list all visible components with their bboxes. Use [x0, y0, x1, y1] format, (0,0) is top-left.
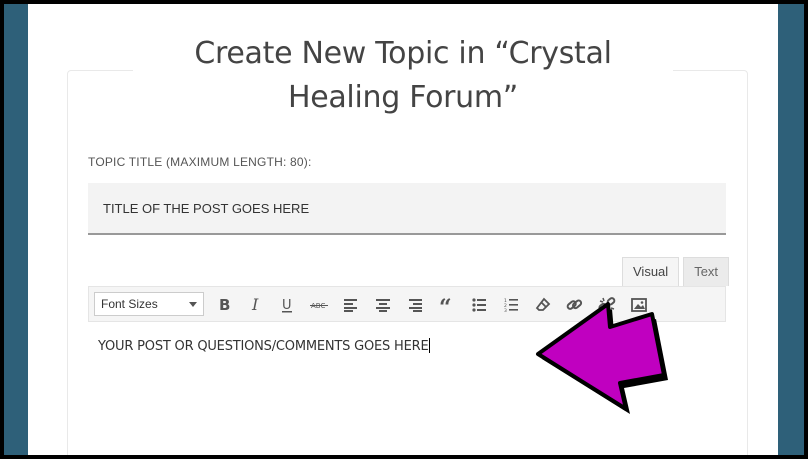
- numbered-list-icon: 123: [504, 298, 518, 312]
- align-left-button[interactable]: [339, 293, 363, 317]
- topic-title-label: TOPIC TITLE (MAXIMUM LENGTH: 80):: [88, 155, 312, 169]
- underline-icon: U: [282, 298, 292, 313]
- font-sizes-label: Font Sizes: [101, 297, 158, 311]
- align-right-icon: [409, 299, 422, 312]
- blockquote-icon: “: [439, 298, 452, 312]
- svg-text:I: I: [251, 297, 259, 313]
- topic-title-input[interactable]: [88, 183, 726, 235]
- strikethrough-icon: ABC: [310, 302, 328, 310]
- strikethrough-button[interactable]: ABC: [307, 293, 331, 317]
- page-title: Create New Topic in “Crystal Healing For…: [28, 32, 778, 120]
- svg-text:“: “: [439, 298, 452, 312]
- editor-content-text: YOUR POST OR QUESTIONS/COMMENTS GOES HER…: [98, 339, 429, 354]
- page-title-text: Create New Topic in “Crystal Healing For…: [133, 32, 673, 120]
- bullet-list-button[interactable]: [467, 293, 491, 317]
- editor-tabs: Visual Text: [622, 257, 730, 286]
- align-left-icon: [344, 299, 357, 312]
- align-center-button[interactable]: [371, 293, 395, 317]
- annotation-arrow-icon: [536, 302, 668, 414]
- bold-icon: B: [219, 297, 230, 313]
- tab-visual[interactable]: Visual: [622, 257, 680, 286]
- tab-text[interactable]: Text: [683, 257, 730, 286]
- font-sizes-select[interactable]: Font Sizes: [94, 292, 204, 316]
- svg-text:U: U: [282, 298, 292, 313]
- underline-button[interactable]: U: [275, 293, 299, 317]
- chevron-down-icon: [189, 302, 197, 307]
- editor-content: YOUR POST OR QUESTIONS/COMMENTS GOES HER…: [98, 338, 431, 354]
- text-cursor: [429, 338, 431, 353]
- numbered-list-button[interactable]: 123: [499, 293, 523, 317]
- italic-button[interactable]: I: [244, 293, 268, 317]
- svg-text:B: B: [219, 297, 230, 313]
- bold-button[interactable]: B: [212, 293, 236, 317]
- align-right-button[interactable]: [403, 293, 427, 317]
- align-center-icon: [376, 299, 390, 312]
- blockquote-button[interactable]: “: [435, 293, 459, 317]
- window-frame: Create New Topic in “Crystal Healing For…: [4, 4, 804, 455]
- page-content: Create New Topic in “Crystal Healing For…: [28, 4, 778, 455]
- svg-text:3: 3: [504, 308, 507, 312]
- bullet-list-icon: [472, 298, 486, 312]
- italic-icon: I: [251, 297, 259, 313]
